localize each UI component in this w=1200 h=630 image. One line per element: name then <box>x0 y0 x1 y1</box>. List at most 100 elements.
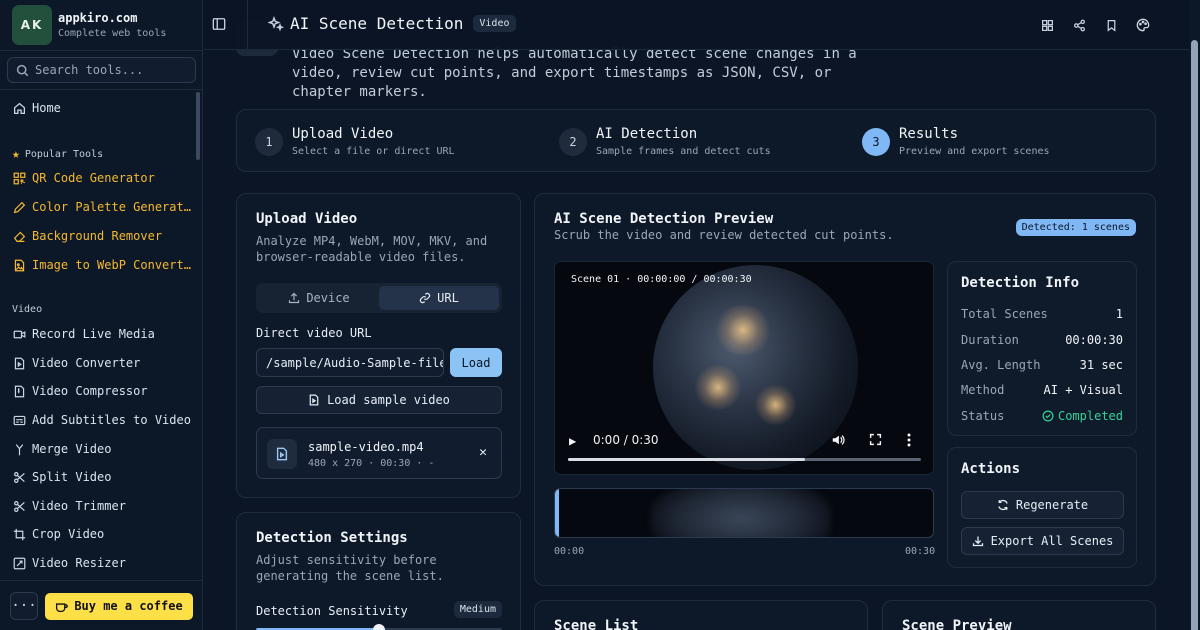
status-text: Completed <box>1057 409 1123 423</box>
sidebar-item-label: Split Video <box>32 470 112 484</box>
info-row-total-scenes: Total Scenes 1 <box>961 307 1123 321</box>
info-value: AI + Visual <box>1043 383 1123 397</box>
volume-icon[interactable] <box>831 433 845 450</box>
brand-tagline: Complete web tools <box>58 28 167 39</box>
source-toggle: Device URL <box>256 283 502 313</box>
tab-device[interactable]: Device <box>259 286 379 310</box>
button-label: Export All Scenes <box>990 534 1114 548</box>
info-value: 00:00:30 <box>1065 333 1123 347</box>
sidebar-item-label: QR Code Generator <box>32 171 155 185</box>
scissors-icon <box>12 499 26 513</box>
panel-title: Actions <box>961 461 1021 477</box>
sidebar-item-label: Merge Video <box>32 442 112 456</box>
sidebar-item-image-to-webp-converter[interactable]: Image to WebP Convert… <box>12 258 191 272</box>
grid-icon[interactable] <box>1039 17 1055 33</box>
progress-fill <box>568 458 805 461</box>
more-options-icon[interactable] <box>907 433 911 450</box>
sidebar-item-video-compressor[interactable]: Video Compressor <box>12 384 148 398</box>
sidebar-item-merge-video[interactable]: Merge Video <box>12 442 111 456</box>
image-file-icon <box>12 258 26 272</box>
search-input[interactable] <box>35 63 185 77</box>
scene-timeline[interactable] <box>554 488 934 538</box>
step-subtitle: Sample frames and detect cuts <box>596 146 771 157</box>
top-bar: AI Scene Detection Video <box>204 0 1189 50</box>
file-name: sample-video.mp4 <box>308 440 424 454</box>
cut-marker[interactable] <box>555 489 559 537</box>
resize-icon <box>12 556 26 570</box>
sidebar-item-label: Color Palette Generat… <box>32 200 191 214</box>
load-button[interactable]: Load <box>450 348 502 377</box>
timeline-end-label: 00:30 <box>905 546 936 557</box>
video-player[interactable]: Scene 01 · 00:00:00 / 00:00:30 ▶ 0:00 / … <box>554 261 934 475</box>
slider-handle[interactable] <box>373 624 385 630</box>
upload-video-card: Upload Video Analyze MP4, WebM, MOV, MKV… <box>236 193 521 498</box>
page-scrollbar-thumb[interactable] <box>1191 40 1198 630</box>
card-title: Upload Video <box>256 211 358 227</box>
sidebar-item-label: Background Remover <box>32 229 163 243</box>
play-icon[interactable]: ▶ <box>569 434 576 448</box>
video-progress-bar[interactable] <box>568 458 921 461</box>
sidebar-item-record-live-media[interactable]: Record Live Media <box>12 327 155 341</box>
fullscreen-icon[interactable] <box>869 433 882 449</box>
subtitles-icon <box>12 413 26 427</box>
sidebar-toggle-icon[interactable] <box>212 17 228 33</box>
card-title: AI Scene Detection Preview <box>554 211 774 227</box>
bookmark-icon[interactable] <box>1103 17 1119 33</box>
sidebar-item-video-resizer[interactable]: Video Resizer <box>12 556 126 570</box>
button-label: Regenerate <box>1015 498 1089 512</box>
info-row-method: Method AI + Visual <box>961 383 1123 397</box>
category-badge: Video <box>473 15 516 32</box>
info-value: 1 <box>1115 307 1123 321</box>
info-row-avg-length: Avg. Length 31 sec <box>961 358 1123 372</box>
video-url-input[interactable] <box>256 348 444 377</box>
step-results: 3 Results Preview and export scenes <box>862 126 1050 157</box>
info-key: Duration <box>961 333 1019 347</box>
timeline-start-label: 00:00 <box>554 546 585 557</box>
info-key: Avg. Length <box>961 358 1041 372</box>
sidebar-item-split-video[interactable]: Split Video <box>12 470 111 484</box>
sidebar-item-label: Home <box>32 101 61 115</box>
tab-label: Device <box>306 291 350 305</box>
refresh-icon <box>997 499 1009 511</box>
palette-icon[interactable] <box>1135 17 1151 33</box>
info-value: 31 sec <box>1079 358 1123 372</box>
sensitivity-label: Detection Sensitivity <box>256 604 408 618</box>
sidebar-item-label: Record Live Media <box>32 327 155 341</box>
file-meta: 480 x 270 · 00:30 · - <box>308 458 435 469</box>
sidebar-item-qr-code-generator[interactable]: QR Code Generator <box>12 171 155 185</box>
sparkles-icon <box>268 15 284 32</box>
coffee-icon <box>55 600 69 613</box>
export-all-scenes-button[interactable]: Export All Scenes <box>961 527 1124 555</box>
sidebar-item-color-palette-generator[interactable]: Color Palette Generat… <box>12 200 191 214</box>
link-icon <box>419 292 431 304</box>
url-field-label: Direct video URL <box>256 326 372 340</box>
remove-file-icon[interactable]: ✕ <box>479 445 487 460</box>
regenerate-button[interactable]: Regenerate <box>961 491 1124 519</box>
step-ai-detection: 2 AI Detection Sample frames and detect c… <box>559 126 771 157</box>
buy-me-a-coffee-button[interactable]: Buy me a coffee <box>45 592 193 620</box>
share-icon[interactable] <box>1071 17 1087 33</box>
panel-title: Detection Info <box>961 275 1080 291</box>
check-circle-icon <box>1042 410 1054 422</box>
sidebar-item-video-converter[interactable]: Video Converter <box>12 356 140 370</box>
sidebar-item-video-trimmer[interactable]: Video Trimmer <box>12 499 126 513</box>
page-title: AI Scene Detection <box>290 14 464 33</box>
sidebar-item-home[interactable]: Home <box>12 101 61 115</box>
section-label: Popular Tools <box>24 149 104 160</box>
sidebar-scrollbar[interactable] <box>196 92 200 160</box>
scene-preview-card: Scene Preview <box>882 600 1156 630</box>
sidebar-item-add-subtitles-to-video[interactable]: Add Subtitles to Video <box>12 413 191 427</box>
page-scrollbar[interactable] <box>1189 0 1200 630</box>
file-video-icon <box>267 439 297 469</box>
popular-tools-header: ★ Popular Tools <box>12 147 103 162</box>
sidebar-item-background-remover[interactable]: Background Remover <box>12 229 162 243</box>
load-sample-video-button[interactable]: Load sample video <box>256 386 502 414</box>
search-box[interactable] <box>7 57 196 83</box>
brand[interactable]: AK appkiro.com Complete web tools <box>12 5 166 45</box>
sidebar-item-label: Video Trimmer <box>32 499 126 513</box>
intro-text: Video Scene Detection helps automaticall… <box>292 46 857 100</box>
tab-url[interactable]: URL <box>379 286 499 310</box>
more-button[interactable]: ··· <box>10 592 38 620</box>
sidebar-item-crop-video[interactable]: Crop Video <box>12 527 104 541</box>
card-subtitle: Adjust sensitivity before generating the… <box>256 553 444 583</box>
